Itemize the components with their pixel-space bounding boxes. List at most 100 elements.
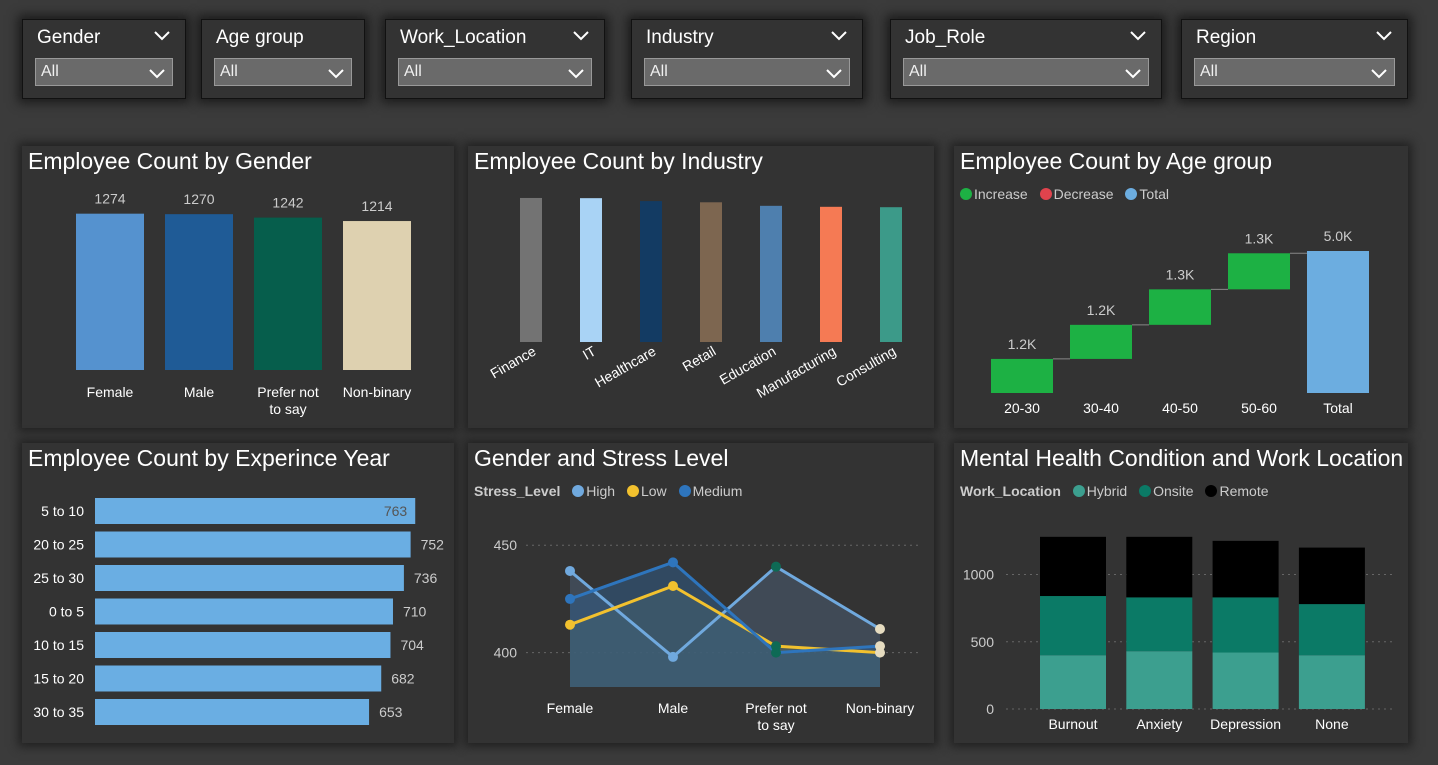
industry-bar-chart: Finance ITHealthcare RetailEducationManufa… <box>487 197 902 401</box>
y-tick-label: 10 to 15 <box>33 637 84 653</box>
slicer-industry[interactable]: Industry All <box>631 19 863 99</box>
x-tick-label: 30-40 <box>1083 400 1119 416</box>
data-label: 1.2K <box>1087 302 1116 318</box>
bar <box>760 205 782 342</box>
y-tick-label: 450 <box>494 537 518 553</box>
y-tick-label: 25 to 30 <box>33 570 84 586</box>
x-tick-label: 40-50 <box>1162 400 1198 416</box>
stacked-bar-segment <box>1040 536 1106 597</box>
slicer-value: All <box>404 63 422 80</box>
stacked-bar-segment <box>1298 547 1365 605</box>
data-label: 752 <box>421 537 445 553</box>
bar <box>95 598 393 625</box>
bar <box>580 198 602 342</box>
chevron-down-icon[interactable] <box>153 28 171 42</box>
legend-item-total[interactable]: Total <box>1125 186 1169 202</box>
y-tick-label: 1000 <box>963 567 994 583</box>
x-tick-label: Burnout <box>1048 716 1097 732</box>
chevron-down-icon[interactable] <box>1370 66 1388 80</box>
x-tick-label: Non-binary <box>343 384 411 400</box>
waterfall-bar <box>1228 253 1290 290</box>
slicer-dropdown[interactable]: All <box>398 58 592 86</box>
chart-title: Mental Health Condition and Work Locatio… <box>960 445 1404 471</box>
y-tick-label: 500 <box>971 634 995 650</box>
legend-item-medium[interactable]: Medium <box>678 483 742 499</box>
stacked-bar-segment <box>1040 596 1106 656</box>
legend-item-decrease[interactable]: Decrease <box>1039 186 1114 202</box>
waterfall-bar <box>1149 289 1211 325</box>
age-group-chart-card: 1.2K 20-30 1.2K 30-40 1.3K 40-50 1.3K 50-60 5.0K… <box>954 146 1408 428</box>
legend-item-onsite[interactable]: Onsite <box>1139 483 1194 499</box>
x-tick-label: to say <box>757 717 794 733</box>
legend-item-high[interactable]: High <box>572 483 615 499</box>
stacked-bar-segment <box>1298 655 1365 709</box>
chevron-down-icon[interactable] <box>830 28 848 42</box>
experience-bar-chart: 5 to 10 763 20 to 25 752 25 to 30 736 0 to 5 71… <box>33 498 445 725</box>
data-point <box>771 647 781 658</box>
slicer-work-location[interactable]: Work_Location All <box>385 19 605 99</box>
slicer-region[interactable]: Region All <box>1181 19 1408 99</box>
x-tick-label: 50-60 <box>1241 400 1277 416</box>
data-label: 710 <box>403 604 427 620</box>
mental-health-chart-card: 1000 500 0 Burnout Anxiety Depression None Men… <box>954 443 1408 743</box>
slicer-dropdown[interactable]: All <box>644 58 850 86</box>
slicer-age-group[interactable]: Age group All <box>201 19 365 99</box>
slicer-dropdown[interactable]: All <box>214 58 352 86</box>
x-tick-label: Prefer not <box>745 700 807 716</box>
data-point <box>565 565 575 576</box>
stacked-bar-segment <box>1126 651 1193 709</box>
x-tick-label: Consulting <box>833 343 898 390</box>
bar <box>95 632 391 658</box>
chevron-down-icon[interactable] <box>825 66 843 80</box>
chevron-down-icon[interactable] <box>1129 28 1147 42</box>
chevron-down-icon[interactable] <box>327 66 345 80</box>
slicer-dropdown[interactable]: All <box>903 58 1149 86</box>
bar <box>254 217 322 370</box>
slicer-title: Gender <box>37 27 101 48</box>
data-point <box>771 561 781 572</box>
slicer-dropdown[interactable]: All <box>35 58 173 86</box>
x-tick-label: Prefer not <box>257 384 319 400</box>
data-label: 704 <box>400 637 424 653</box>
slicer-gender[interactable]: Gender All <box>22 19 186 99</box>
x-tick-label: Retail <box>679 343 718 375</box>
legend-item-low[interactable]: Low <box>626 483 667 499</box>
x-tick-label: Non-binary <box>846 700 914 716</box>
bar <box>343 221 411 370</box>
slicer-dropdown[interactable]: All <box>1194 58 1395 86</box>
x-tick-label: None <box>1315 716 1349 732</box>
bar <box>880 207 902 342</box>
data-point <box>875 623 885 634</box>
data-label: 682 <box>391 671 415 687</box>
data-label: 1242 <box>272 195 303 211</box>
data-label: 5.0K <box>1324 228 1353 244</box>
legend-title: Stress_Level <box>474 483 561 499</box>
industry-chart-card: Finance IT Healthcare Retail Education Manufa… <box>468 146 934 428</box>
chevron-down-icon[interactable] <box>572 28 590 42</box>
experience-chart-card: 5 to 10 763 20 to 25 752 25 to 30 736 0 to 5 71… <box>22 443 454 743</box>
waterfall-bar <box>991 358 1053 393</box>
chart-title: Gender and Stress Level <box>474 445 729 471</box>
legend-item-hybrid[interactable]: Hybrid <box>1072 483 1127 499</box>
chart-title: Employee Count by Age group <box>960 148 1272 174</box>
bar <box>95 699 370 725</box>
legend-title: Work_Location <box>960 483 1061 499</box>
y-tick-label: 0 <box>986 701 994 717</box>
slicer-job-role[interactable]: Job_Role All <box>890 19 1162 99</box>
chevron-down-icon[interactable] <box>567 66 585 80</box>
stress-chart-card: 450 400 Female Male Prefer not to say Non-bina… <box>468 443 934 743</box>
x-tick-label: Depression <box>1210 716 1281 732</box>
bar <box>95 665 382 692</box>
slicer-title: Job_Role <box>905 27 986 48</box>
chevron-down-icon[interactable] <box>148 66 166 80</box>
stacked-bar-segment <box>1126 597 1193 652</box>
legend-item-increase[interactable]: Increase <box>960 186 1028 202</box>
legend-item-remote[interactable]: Remote <box>1205 483 1269 499</box>
chevron-down-icon[interactable] <box>1375 28 1393 42</box>
y-tick-label: 5 to 10 <box>41 503 84 519</box>
chart-legend: Work_Location Hybrid Onsite Remote <box>960 483 1277 499</box>
chart-legend: Stress_Level High Low Medium <box>474 483 750 499</box>
chevron-down-icon[interactable] <box>1124 66 1142 80</box>
chart-title: Employee Count by Experince Year <box>28 445 390 471</box>
slicer-value: All <box>650 63 668 80</box>
